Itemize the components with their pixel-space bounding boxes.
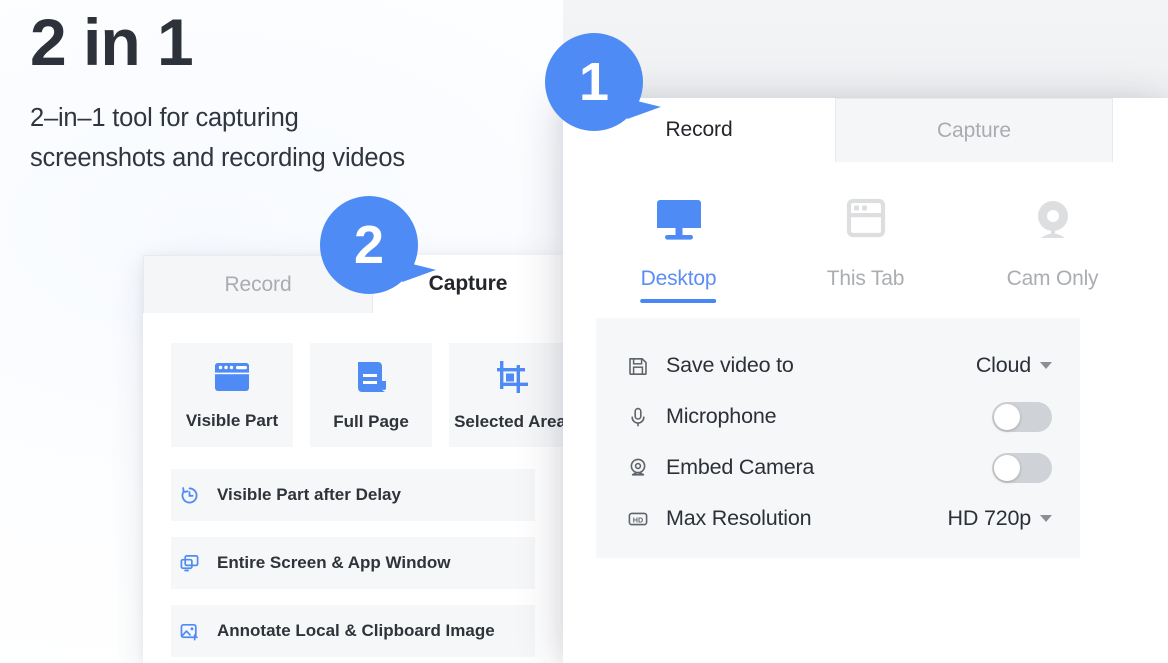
hd-icon: HD bbox=[624, 508, 652, 530]
promo-screenshot: 2 in 1 2–in–1 tool for capturing screens… bbox=[0, 0, 1168, 663]
chevron-down-icon bbox=[1040, 362, 1052, 369]
embed-camera-toggle[interactable] bbox=[992, 452, 1052, 483]
hero-subtitle-line-2: screenshots and recording videos bbox=[30, 144, 405, 173]
setting-value-dropdown[interactable]: HD 720p bbox=[948, 506, 1052, 531]
record-mode-desktop[interactable]: Desktop bbox=[585, 196, 772, 303]
setting-label: Save video to bbox=[666, 353, 794, 377]
setting-value-dropdown[interactable]: Cloud bbox=[976, 353, 1052, 378]
list-item-label: Annotate Local & Clipboard Image bbox=[217, 621, 495, 640]
list-item-entire-screen-app-window[interactable]: Entire Screen & App Window bbox=[171, 537, 535, 589]
setting-embed-camera[interactable]: Embed Camera bbox=[624, 442, 1052, 493]
capture-tile-selected-area[interactable]: Selected Area bbox=[449, 343, 571, 447]
list-item-label: Entire Screen & App Window bbox=[217, 553, 451, 572]
list-item-annotate-local-clipboard-image[interactable]: Annotate Local & Clipboard Image bbox=[171, 605, 535, 657]
capture-body: Visible Part Full Page Selected Area Vis… bbox=[143, 313, 571, 657]
page-title: 2 in 1 bbox=[30, 5, 194, 79]
list-item-label: Visible Part after Delay bbox=[217, 485, 401, 504]
setting-label: Embed Camera bbox=[666, 455, 815, 479]
setting-microphone[interactable]: Microphone bbox=[624, 391, 1052, 442]
floppy-disk-icon bbox=[624, 355, 652, 377]
toggle-knob bbox=[994, 403, 1020, 430]
capture-tile-label: Visible Part bbox=[185, 410, 279, 430]
record-mode-this-tab[interactable]: This Tab bbox=[772, 196, 959, 303]
browser-chrome bbox=[563, 0, 1168, 100]
screen-window-icon bbox=[175, 553, 203, 574]
capture-tile-label: Selected Area bbox=[454, 411, 566, 431]
setting-label: Microphone bbox=[666, 404, 777, 428]
callout-badge-2: 2 bbox=[320, 196, 436, 294]
monitor-icon bbox=[649, 196, 709, 253]
setting-save-video-to[interactable]: Save video to Cloud bbox=[624, 340, 1052, 391]
microphone-icon bbox=[624, 406, 652, 428]
full-page-scroll-icon bbox=[352, 359, 390, 400]
crop-selection-icon bbox=[491, 359, 529, 400]
capture-popup-panel: Record Capture Visible Part Full Page Se… bbox=[143, 255, 571, 663]
browser-window-icon bbox=[836, 196, 896, 253]
record-mode-cam-only[interactable]: Cam Only bbox=[959, 196, 1146, 303]
list-item-visible-part-after-delay[interactable]: Visible Part after Delay bbox=[171, 469, 535, 521]
toggle-knob bbox=[994, 454, 1020, 481]
capture-mode-tiles: Visible Part Full Page Selected Area bbox=[171, 343, 571, 447]
record-mode-label: Desktop bbox=[641, 267, 717, 303]
record-mode-label: Cam Only bbox=[1006, 267, 1099, 290]
image-annotate-icon bbox=[175, 621, 203, 642]
timer-clock-icon bbox=[175, 485, 203, 506]
camera-icon bbox=[624, 457, 652, 479]
capture-tile-label: Full Page bbox=[333, 411, 409, 431]
setting-value-text: HD 720p bbox=[947, 506, 1032, 530]
record-popup-panel: Record Capture Desktop This Tab Cam Only… bbox=[563, 98, 1168, 663]
record-mode-label: This Tab bbox=[826, 267, 905, 290]
webcam-icon bbox=[1023, 196, 1083, 253]
hero-subtitle: 2–in–1 tool for capturing screenshots an… bbox=[30, 98, 550, 179]
chevron-down-icon bbox=[1040, 515, 1052, 522]
browser-visible-part-icon bbox=[213, 360, 251, 399]
callout-badge-number: 2 bbox=[353, 215, 385, 275]
svg-text:HD: HD bbox=[633, 515, 643, 524]
record-settings-panel: Save video to Cloud Microphone Embed Cam… bbox=[596, 318, 1080, 558]
record-source-modes: Desktop This Tab Cam Only bbox=[563, 162, 1168, 303]
setting-value-text: Cloud bbox=[975, 353, 1031, 377]
tab-capture[interactable]: Capture bbox=[835, 98, 1113, 162]
setting-label: Max Resolution bbox=[666, 506, 812, 530]
capture-option-list: Visible Part after Delay Entire Screen &… bbox=[171, 469, 535, 657]
setting-max-resolution[interactable]: HD Max Resolution HD 720p bbox=[624, 493, 1052, 544]
callout-badge-number: 1 bbox=[578, 52, 610, 112]
hero-subtitle-line-1: 2–in–1 tool for capturing bbox=[30, 103, 299, 132]
callout-badge-1: 1 bbox=[545, 33, 661, 131]
capture-tile-visible-part[interactable]: Visible Part bbox=[171, 343, 293, 447]
hero-copy: 2 in 1 2–in–1 tool for capturing screens… bbox=[30, 0, 550, 178]
capture-tile-full-page[interactable]: Full Page bbox=[310, 343, 432, 447]
microphone-toggle[interactable] bbox=[992, 401, 1052, 432]
